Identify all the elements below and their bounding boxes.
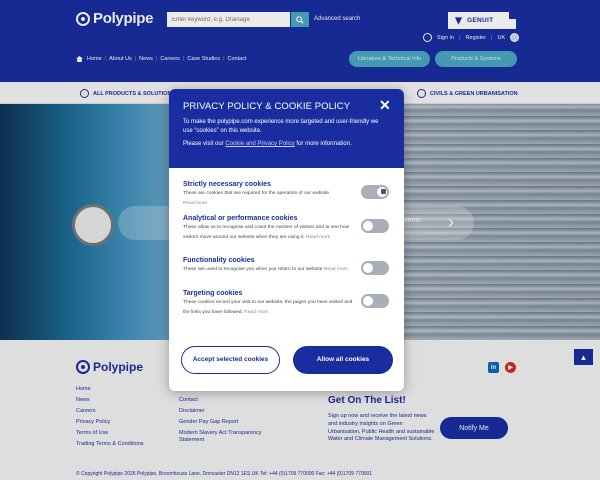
cookie-description: These are used to recognise you when you… (183, 265, 353, 275)
read-more-link[interactable]: Read more (306, 235, 330, 240)
read-more-link[interactable]: Read more (183, 201, 207, 206)
functionality-toggle[interactable] (361, 261, 389, 275)
cookie-description-text: These are used to recognise you when you… (183, 267, 323, 272)
modal-title: PRIVACY POLICY & COOKIE POLICY (183, 101, 351, 112)
analytical-toggle[interactable] (361, 219, 389, 233)
allow-all-cookies-button[interactable]: Allow all cookies (293, 346, 393, 374)
cookie-option-functionality: Functionality cookies These are used to … (183, 257, 395, 275)
cookie-description: These allow us to recognise and count th… (183, 223, 353, 243)
cookie-description-text: These are cookies that are required for … (183, 191, 329, 196)
lock-icon (381, 189, 386, 194)
targeting-toggle[interactable] (361, 294, 389, 308)
cookie-policy-modal: PRIVACY POLICY & COOKIE POLICY ✕ To make… (169, 89, 404, 391)
close-icon[interactable]: ✕ (379, 98, 391, 112)
cookie-option-targeting: Targeting cookies These cookies record y… (183, 290, 395, 318)
read-more-link[interactable]: Read more (244, 310, 268, 315)
accept-selected-cookies-button[interactable]: Accept selected cookies (181, 346, 280, 374)
cookie-option-analytical: Analytical or performance cookies These … (183, 215, 395, 243)
cookie-description: These are cookies that are required for … (183, 189, 353, 209)
cookie-privacy-policy-link[interactable]: Cookie and Privacy Policy (225, 141, 294, 147)
cookie-description: These cookies record your visit to our w… (183, 298, 353, 318)
modal-policy-note: Please visit our Cookie and Privacy Poli… (183, 141, 388, 147)
policy-note-suffix: for more information. (294, 141, 352, 147)
policy-note-prefix: Please visit our (183, 141, 226, 147)
modal-header: PRIVACY POLICY & COOKIE POLICY ✕ To make… (169, 89, 404, 168)
read-more-link[interactable]: Read more (324, 267, 348, 272)
modal-intro-text: To make the polypipe.com experience more… (183, 119, 379, 134)
cookie-option-strictly-necessary: Strictly necessary cookies These are coo… (183, 181, 395, 209)
